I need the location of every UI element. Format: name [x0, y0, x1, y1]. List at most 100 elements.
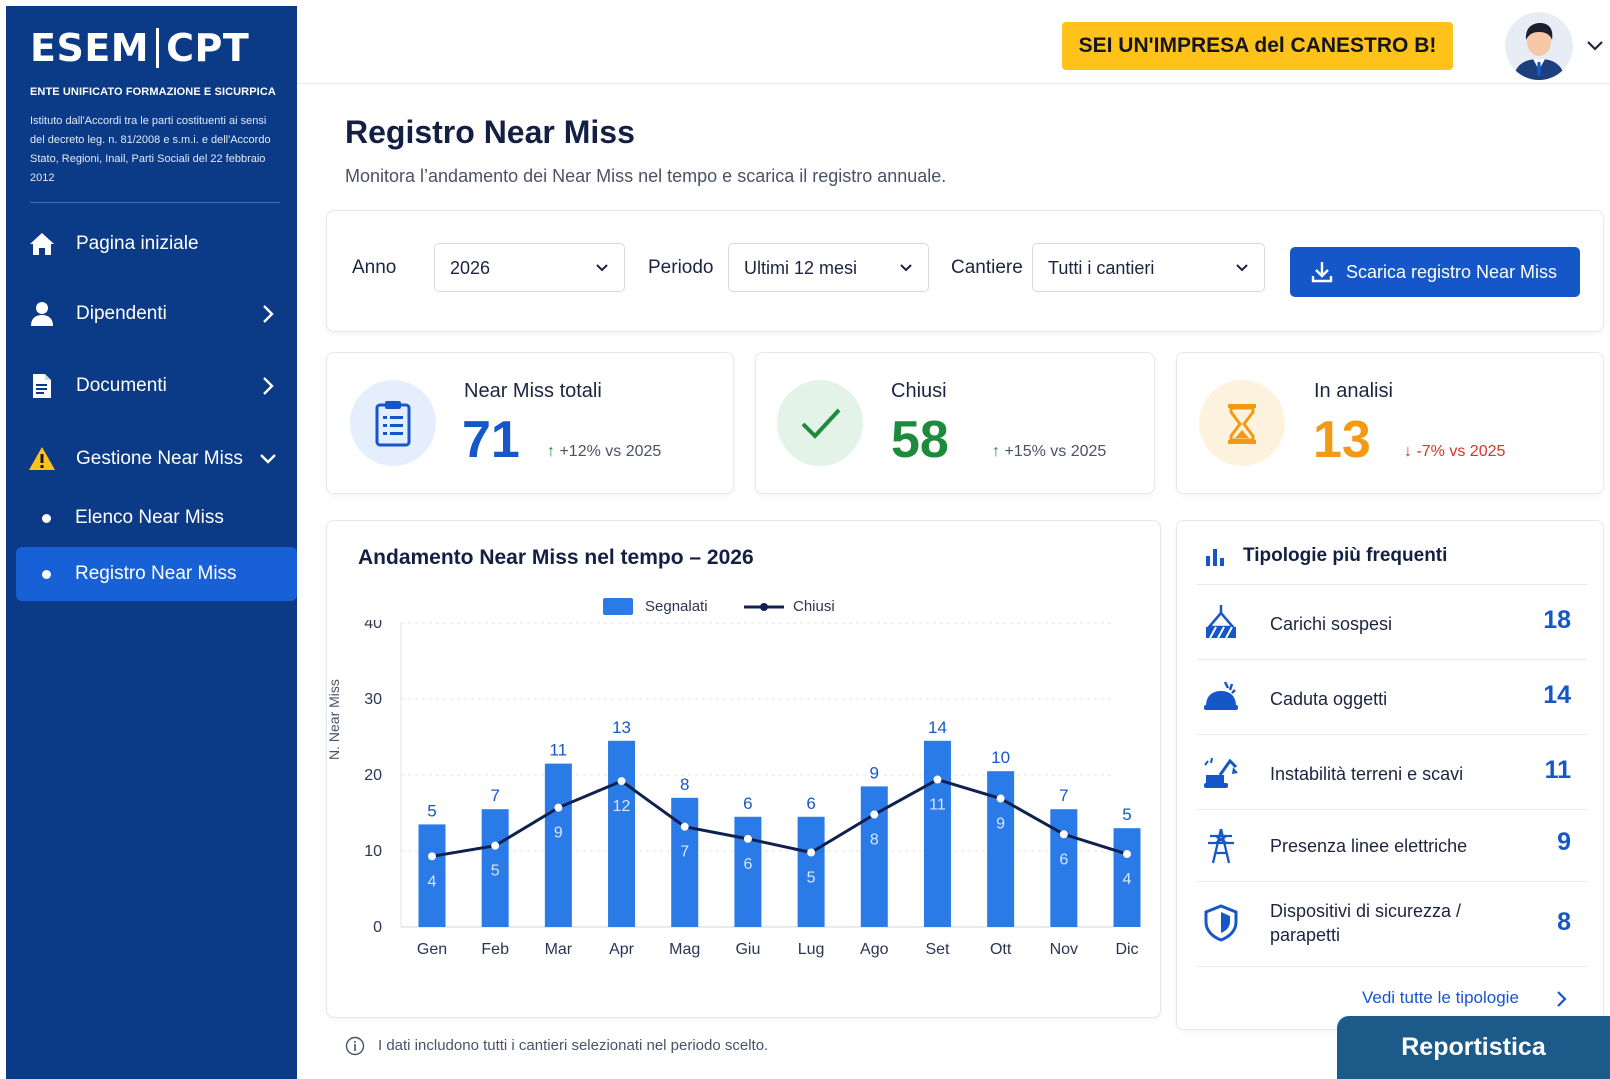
point-chiusi [996, 794, 1005, 803]
x-tick-label: Nov [1050, 941, 1078, 958]
chevron-down-icon [1236, 264, 1248, 272]
type-row-linee-elettriche[interactable]: Presenza linee elettriche 9 [1197, 810, 1587, 882]
sidebar-subitem-label: Registro Near Miss [75, 563, 237, 584]
hardhat-falling-icon [1204, 681, 1238, 710]
line-data-label: 4 [428, 873, 437, 890]
sidebar-item-dipendenti[interactable]: Dipendenti [6, 286, 297, 342]
type-row-dispositivi-sicurezza[interactable]: Dispositivi di sicurezza / parapetti 8 [1197, 882, 1587, 967]
chevron-right-icon[interactable] [1555, 990, 1569, 1008]
bar-data-label: 7 [490, 786, 499, 805]
line-data-label: 12 [613, 798, 631, 815]
org-name: ENTE UNIFICATO FORMAZIONE E SICURPICA [30, 86, 276, 98]
download-icon [1311, 262, 1333, 283]
bar-data-label: 6 [806, 794, 815, 813]
header-divider [297, 83, 1610, 84]
x-tick-label: Mar [545, 941, 573, 958]
bar-data-label: 9 [870, 763, 879, 782]
sidebar-item-label: Pagina iniziale [76, 233, 199, 254]
anno-select[interactable]: 2026 [434, 243, 625, 292]
kpi-trend-text: +15% vs 2025 [1004, 443, 1107, 460]
line-data-label: 6 [743, 856, 752, 873]
x-tick-label: Set [925, 941, 950, 958]
sidebar-item-label: Gestione Near Miss [76, 448, 243, 469]
type-row-caduta-oggetti[interactable]: Caduta oggetti 14 [1197, 660, 1587, 735]
sidebar-item-label: Dipendenti [76, 303, 167, 324]
hourglass-icon [1228, 404, 1256, 444]
logo-separator [156, 28, 160, 68]
reportistica-tab[interactable]: Reportistica [1337, 1016, 1610, 1079]
y-tick-label: 10 [364, 843, 382, 860]
types-panel-title: Tipologie più frequenti [1243, 545, 1448, 566]
periodo-value: Ultimi 12 mesi [744, 258, 858, 278]
kpi-label: In analisi [1314, 380, 1393, 402]
line-data-label: 9 [554, 825, 563, 842]
kpi-icon-bg [1199, 380, 1285, 466]
avatar[interactable] [1505, 12, 1573, 80]
line-data-label: 8 [870, 832, 879, 849]
x-tick-label: Ago [860, 941, 889, 958]
cantiere-value: Tutti i cantieri [1048, 258, 1155, 278]
sidebar-item-documenti[interactable]: Documenti [6, 358, 297, 414]
x-tick-label: Mag [669, 941, 700, 958]
bar-segnalati [923, 740, 951, 927]
sidebar-divider [30, 202, 280, 203]
power-tower-icon [1208, 828, 1234, 864]
kpi-trend: ↑ +12% vs 2025 [547, 443, 661, 461]
type-row-carichi-sospesi[interactable]: Carichi sospesi 18 [1197, 585, 1587, 660]
periodo-select[interactable]: Ultimi 12 mesi [728, 243, 929, 292]
chevron-down-icon [900, 264, 912, 272]
point-chiusi [1123, 850, 1131, 859]
user-icon [31, 302, 53, 326]
legend-swatch-chiusi [744, 603, 784, 611]
point-chiusi [554, 803, 563, 812]
arrow-up-icon: ↑ [992, 443, 1005, 460]
chevron-down-icon[interactable] [1585, 38, 1605, 54]
line-data-label: 6 [1059, 851, 1068, 868]
bullet-icon [42, 514, 51, 523]
point-chiusi [491, 841, 500, 850]
type-count: 9 [1557, 828, 1571, 856]
type-row-instabilita-terreni[interactable]: Instabilità terreni e scavi 11 [1197, 735, 1587, 810]
legend-label-segnalati: Segnalati [645, 598, 708, 615]
kpi-icon-bg [350, 380, 436, 466]
x-tick-label: Dic [1115, 941, 1138, 958]
see-all-types-link[interactable]: Vedi tutte le tipologie [1362, 988, 1519, 1008]
download-register-label: Scarica registro Near Miss [1346, 262, 1558, 282]
chevron-right-icon [263, 377, 274, 395]
sidebar-subitem-elenco-near-miss[interactable]: Elenco Near Miss [16, 491, 297, 545]
line-data-label: 5 [807, 870, 816, 887]
x-tick-label: Ott [990, 941, 1012, 958]
sidebar-subitem-label: Elenco Near Miss [75, 507, 224, 528]
info-icon [345, 1036, 365, 1056]
warning-icon [29, 447, 55, 470]
type-label: Carichi sospesi [1270, 614, 1393, 634]
bar-chart-icon [1206, 549, 1224, 566]
cantiere-select[interactable]: Tutti i cantieri [1032, 243, 1265, 292]
periodo-label: Periodo [648, 257, 714, 278]
bar-data-label: 14 [928, 718, 947, 737]
bar-segnalati [671, 797, 699, 927]
point-chiusi [680, 822, 689, 831]
download-register-button[interactable]: Scarica registro Near Miss [1290, 247, 1580, 297]
logo-right-text: CPT [166, 26, 250, 70]
user-avatar-icon [1505, 12, 1573, 80]
type-count: 18 [1543, 606, 1571, 634]
bar-segnalati [860, 786, 888, 927]
point-chiusi [1059, 830, 1068, 839]
y-tick-label: 40 [364, 620, 382, 632]
impresa-banner[interactable]: SEI UN'IMPRESA del CANESTRO B! [1062, 22, 1453, 70]
logo[interactable]: ESEM CPT [30, 26, 249, 70]
type-label: Dispositivi di sicurezza / parapetti [1270, 901, 1462, 945]
kpi-trend: ↓ -7% vs 2025 [1404, 443, 1505, 461]
point-chiusi [617, 777, 626, 786]
x-tick-label: Giu [735, 941, 760, 958]
x-tick-label: Lug [798, 941, 825, 958]
bar-data-label: 10 [991, 748, 1010, 767]
check-icon [801, 408, 841, 439]
near-miss-chart: 0 10 20 30 40 5 Gen 7 Feb 11 Mar 13 Apr 8 Mag 6 Giu 6 Lug 9… [364, 620, 1141, 958]
crane-load-icon [1206, 605, 1236, 639]
sidebar-subitem-registro-near-miss[interactable]: Registro Near Miss [16, 547, 297, 601]
sidebar-item-home[interactable]: Pagina iniziale [6, 216, 297, 272]
x-tick-label: Apr [609, 941, 635, 958]
sidebar-item-gestione-near-miss[interactable]: Gestione Near Miss [6, 431, 297, 487]
